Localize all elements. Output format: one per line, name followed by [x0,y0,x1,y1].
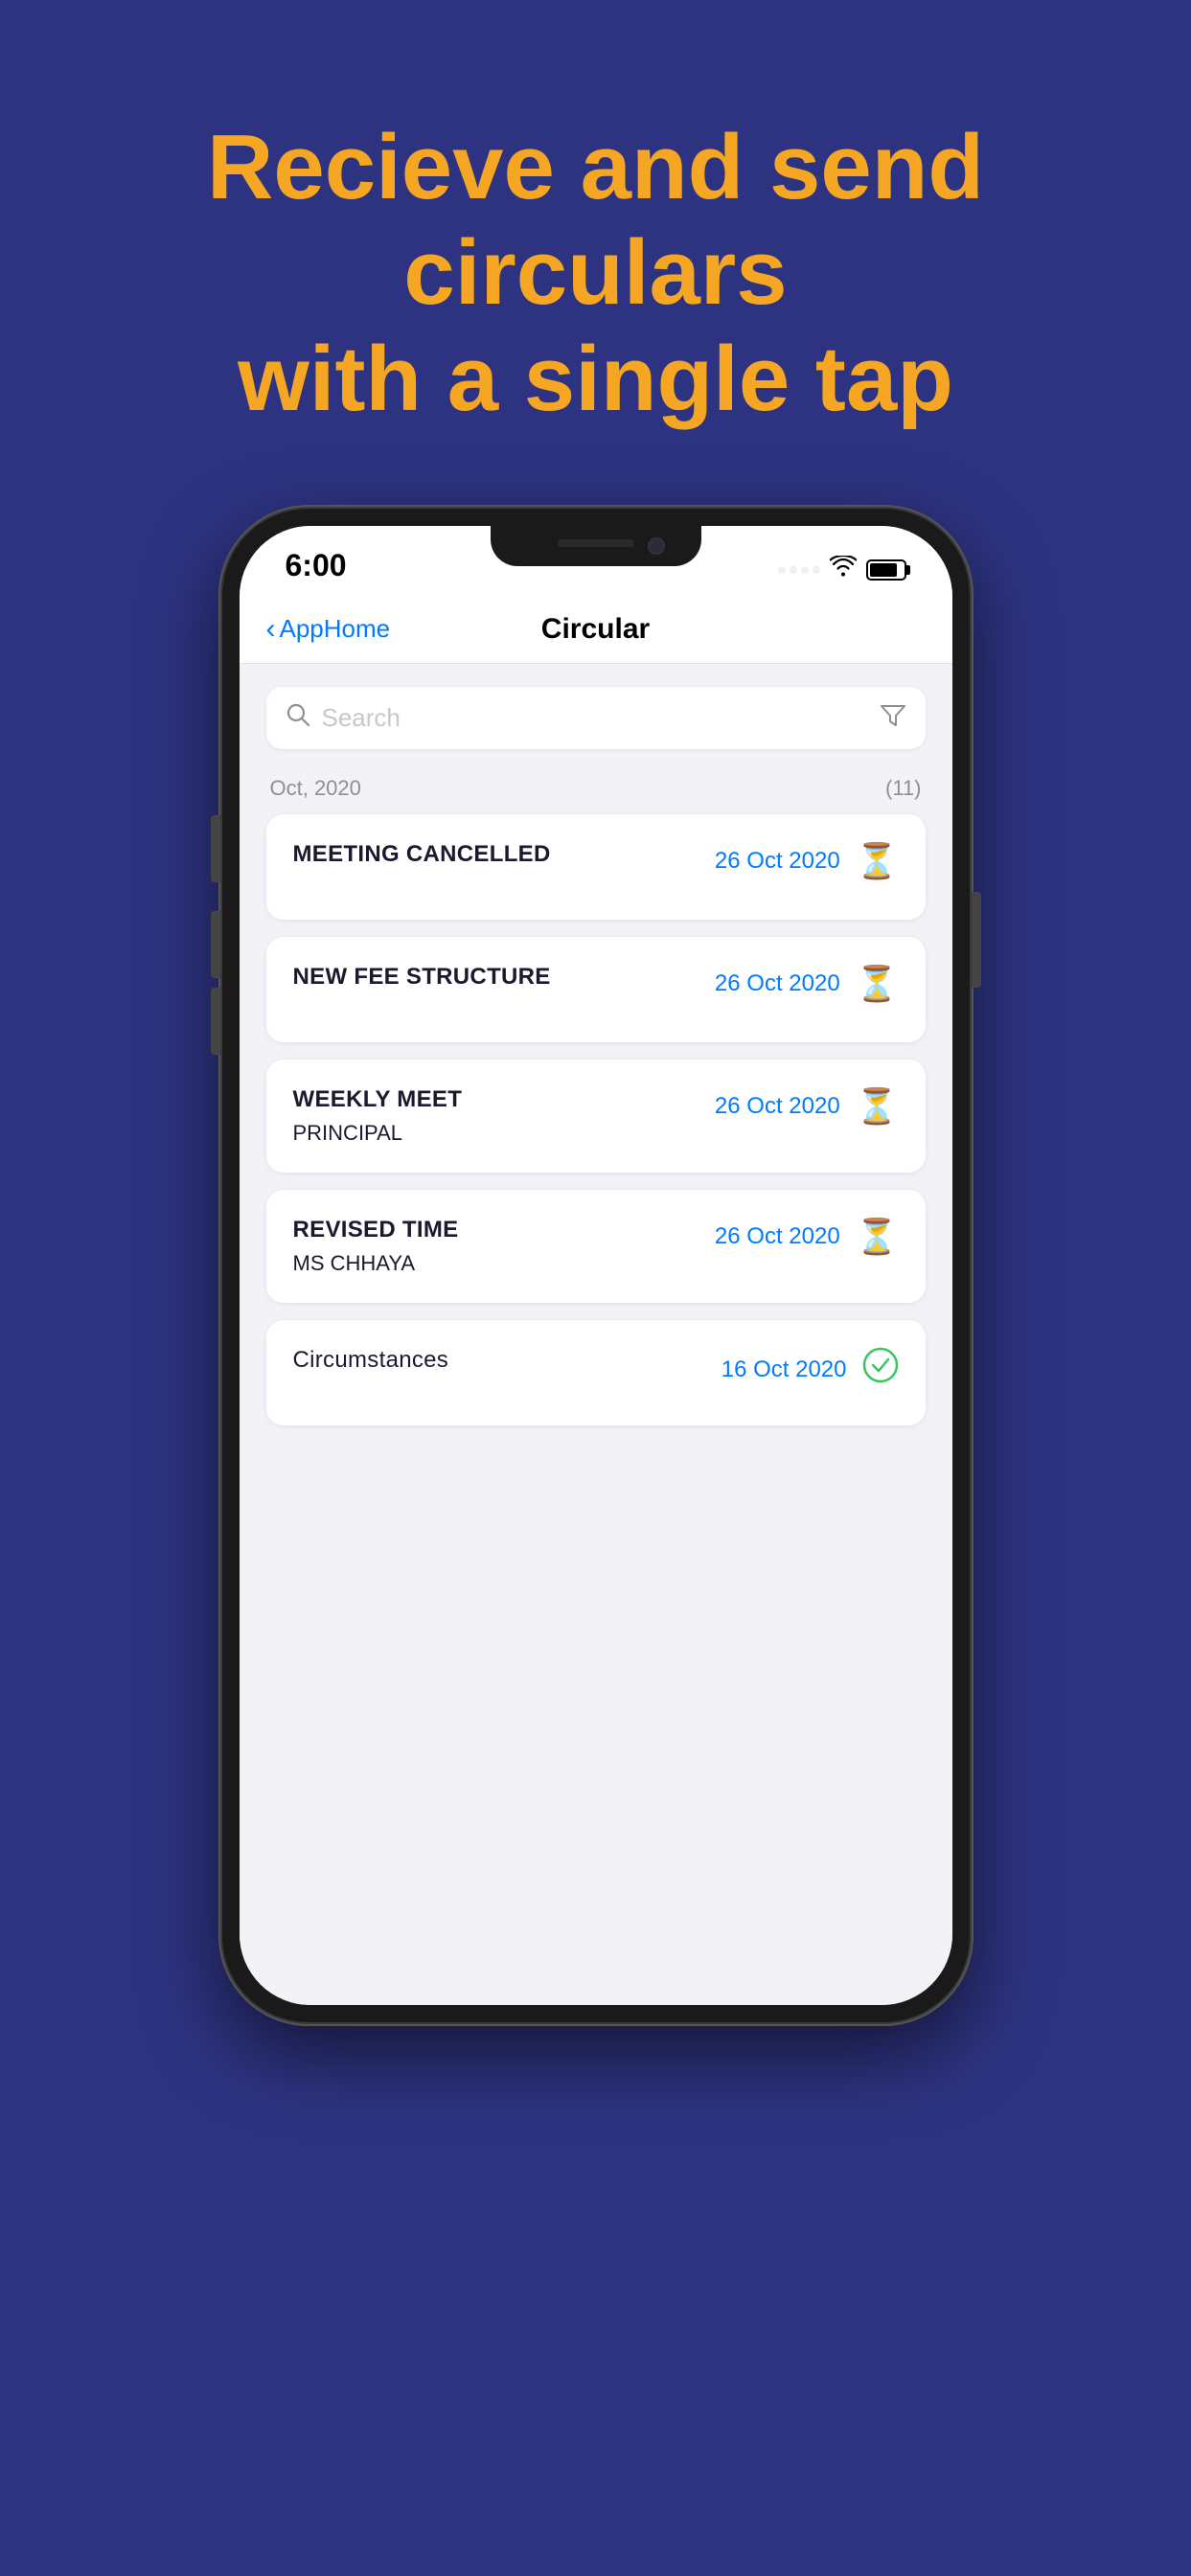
hero-title-line1: Recieve and send circulars [207,116,984,324]
hero-title: Recieve and send circulars with a single… [0,115,1191,432]
hourglass-icon: ⏳ [856,1217,899,1257]
section-header: Oct, 2020 (11) [266,768,926,814]
hourglass-icon: ⏳ [856,1086,899,1127]
card-content: MEETING CANCELLED [293,841,715,876]
card-date: 26 Oct 2020 [715,848,840,875]
card-subtitle: MS CHHAYA [293,1251,715,1276]
section-date: Oct, 2020 [270,776,361,801]
chevron-left-icon: ‹ [266,613,276,646]
card-date: 26 Oct 2020 [715,970,840,997]
card-content: REVISED TIME MS CHHAYA [293,1217,715,1276]
card-date: 26 Oct 2020 [715,1223,840,1250]
nav-title: Circular [541,613,650,646]
hourglass-icon: ⏳ [856,964,899,1004]
card-content: WEEKLY MEET PRINCIPAL [293,1086,715,1146]
card-right: 26 Oct 2020 ⏳ [715,1086,899,1127]
battery-icon [866,559,906,581]
card-content: NEW FEE STRUCTURE [293,964,715,998]
nav-back-label: AppHome [280,614,391,644]
search-icon [286,702,310,734]
search-placeholder: Search [322,703,880,733]
card-content: Circumstances [293,1347,721,1381]
nav-bar: ‹ AppHome Circular [240,595,952,664]
phone-screen: 6:00 [240,526,952,2005]
hourglass-icon: ⏳ [856,841,899,881]
phone-frame: 6:00 [222,509,970,2022]
content-area: Search Oct, 2020 (11) MEETING CANCELLE [240,664,952,2005]
status-icons [778,556,906,583]
check-circle-icon [862,1347,899,1393]
card-right: 26 Oct 2020 ⏳ [715,964,899,1004]
hero-title-line2: with a single tap [238,328,953,430]
notch [491,526,701,566]
card-title: Circumstances [293,1347,721,1374]
nav-back-button[interactable]: ‹ AppHome [266,613,391,646]
card-right: 26 Oct 2020 ⏳ [715,1217,899,1257]
hero-section: Recieve and send circulars with a single… [0,0,1191,490]
notch-speaker [558,539,634,547]
card-right: 26 Oct 2020 ⏳ [715,841,899,881]
circular-card[interactable]: Circumstances 16 Oct 2020 [266,1320,926,1425]
filter-icon[interactable] [880,702,906,734]
card-title: NEW FEE STRUCTURE [293,964,715,991]
wifi-icon [830,556,857,583]
circular-card[interactable]: MEETING CANCELLED 26 Oct 2020 ⏳ [266,814,926,920]
circular-card[interactable]: WEEKLY MEET PRINCIPAL 26 Oct 2020 ⏳ [266,1060,926,1173]
search-bar[interactable]: Search [266,687,926,749]
card-title: WEEKLY MEET [293,1086,715,1113]
card-date: 16 Oct 2020 [721,1356,847,1383]
card-subtitle: PRINCIPAL [293,1121,715,1146]
card-right: 16 Oct 2020 [721,1347,899,1393]
circular-card[interactable]: REVISED TIME MS CHHAYA 26 Oct 2020 ⏳ [266,1190,926,1303]
signal-icon [778,566,820,574]
card-date: 26 Oct 2020 [715,1093,840,1120]
card-title: MEETING CANCELLED [293,841,715,868]
section-count: (11) [885,776,922,801]
status-time: 6:00 [286,548,347,583]
card-title: REVISED TIME [293,1217,715,1243]
notch-camera [648,537,665,555]
circular-card[interactable]: NEW FEE STRUCTURE 26 Oct 2020 ⏳ [266,937,926,1042]
phone-wrapper: 6:00 [0,509,1191,2022]
